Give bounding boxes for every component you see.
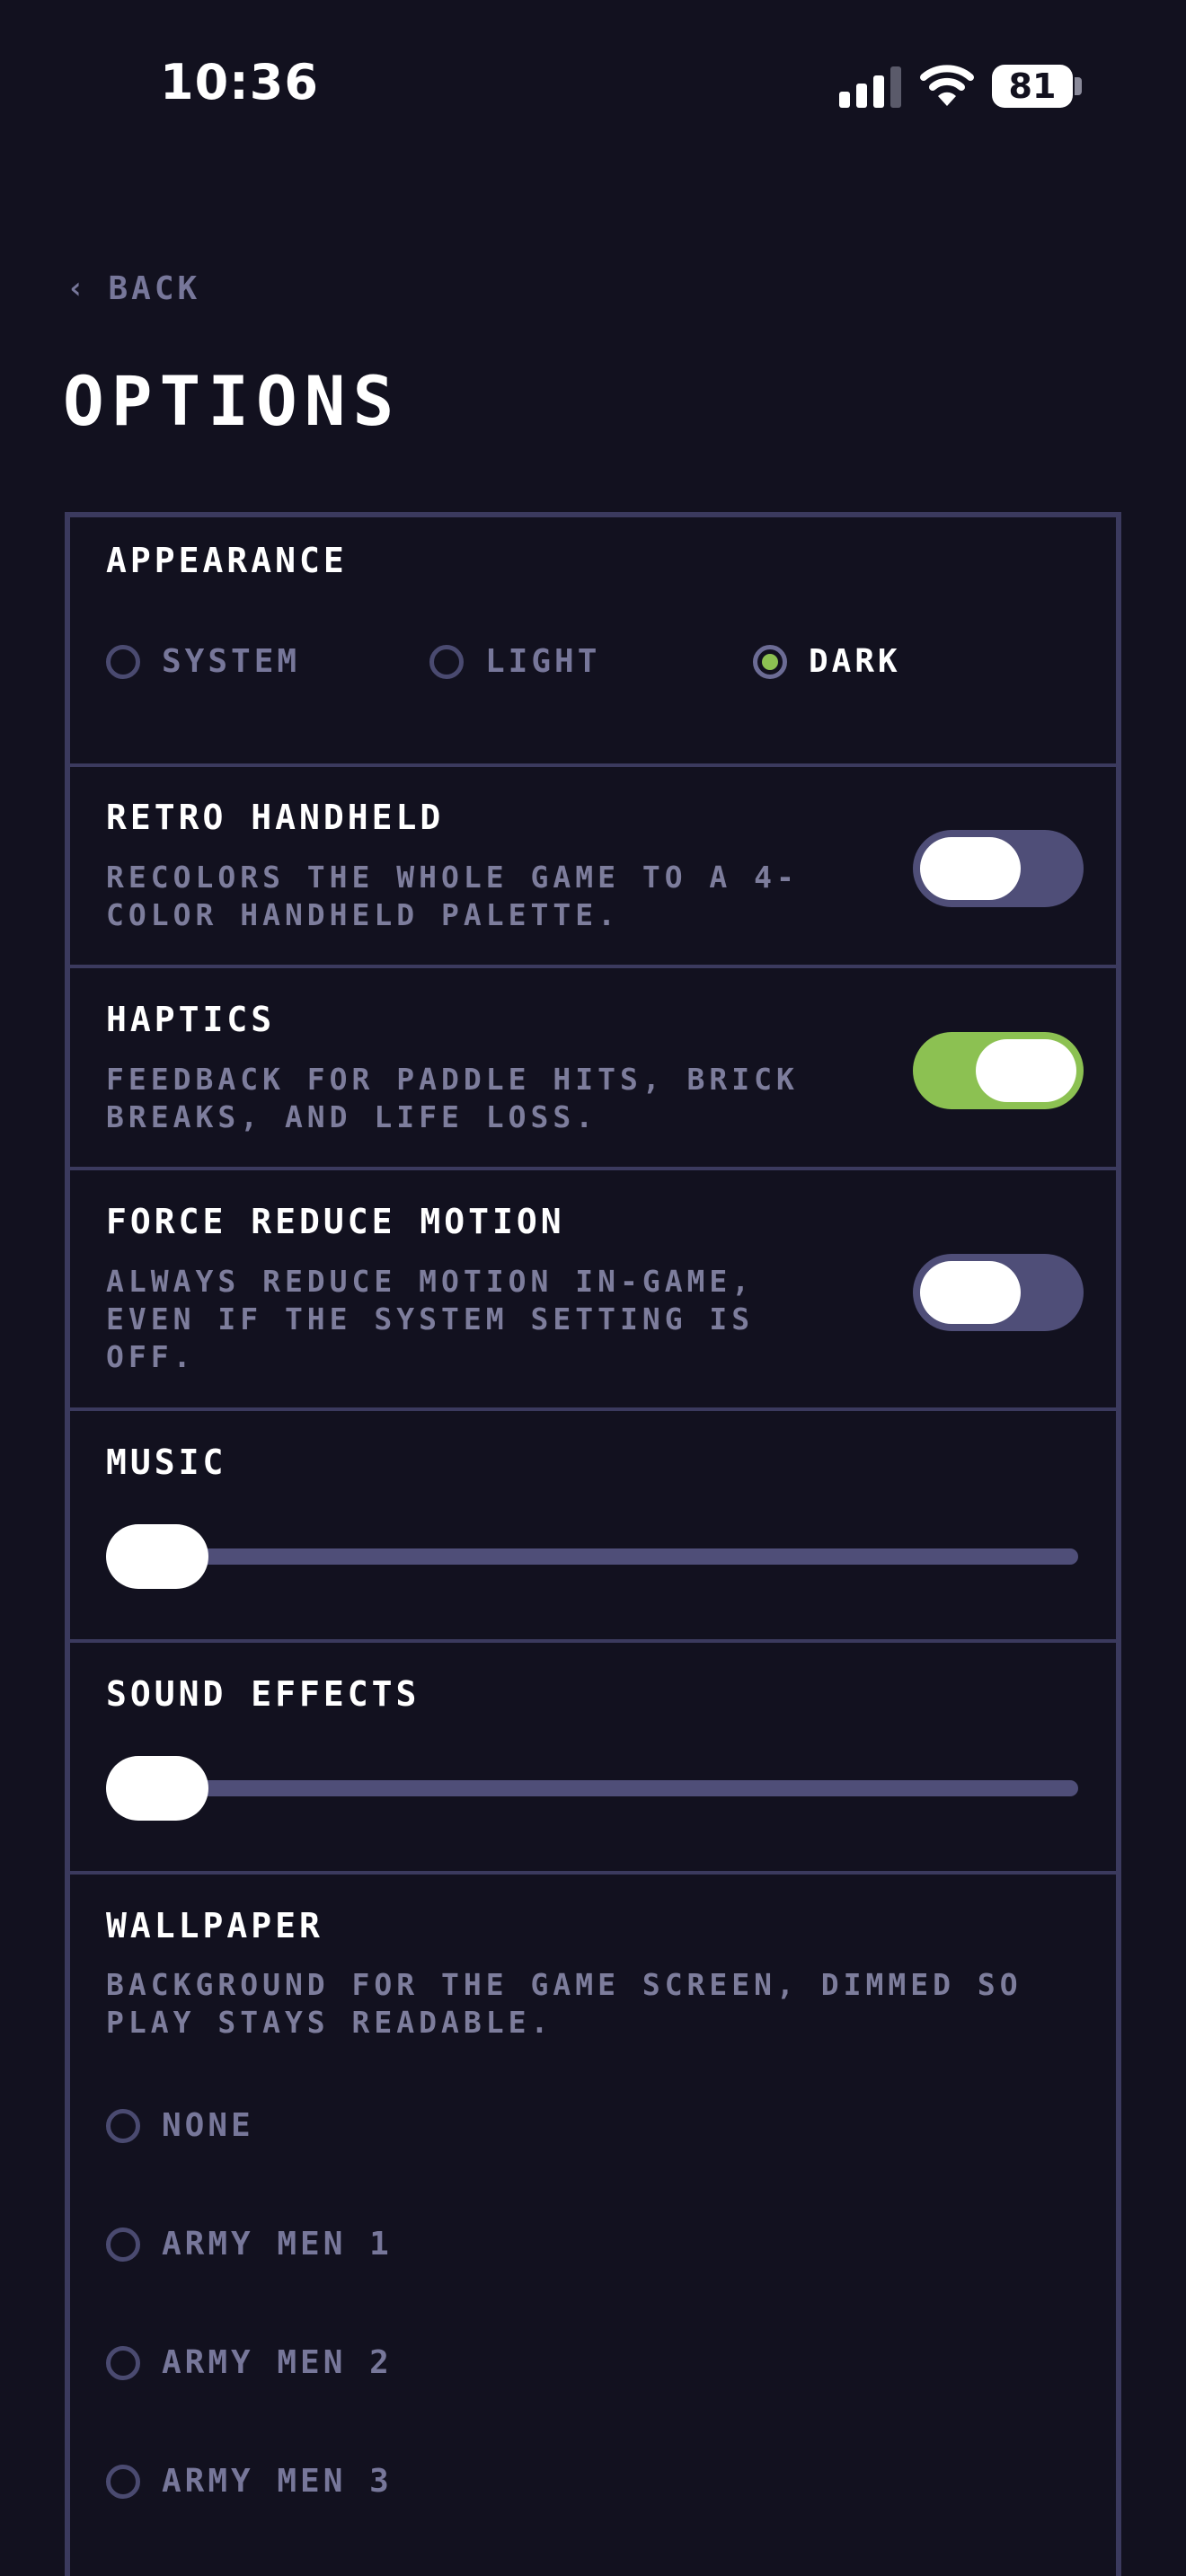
appearance-option-label: LIGHT (485, 643, 601, 680)
battery-level: 81 (1008, 66, 1057, 106)
appearance-option-label: DARK (809, 643, 901, 680)
appearance-option-dark[interactable]: DARK (753, 643, 901, 680)
divider (70, 1407, 1116, 1411)
appearance-option-system[interactable]: SYSTEM (106, 643, 300, 680)
radio-dot (762, 653, 778, 670)
wallpaper-option-label: ARMY MEN 3 (162, 2463, 393, 2500)
radio-icon (106, 644, 140, 679)
radio-icon (106, 2464, 140, 2499)
retro-handheld-title: RETRO HANDHELD (106, 798, 445, 837)
back-button[interactable]: ‹ BACK (66, 266, 200, 311)
toggle-knob (976, 1039, 1076, 1102)
music-title: MUSIC (106, 1442, 227, 1482)
retro-handheld-toggle[interactable] (913, 830, 1084, 907)
force-reduce-motion-title: FORCE REDUCE MOTION (106, 1202, 565, 1241)
radio-icon (106, 2108, 140, 2143)
sound-effects-slider-track[interactable] (106, 1780, 1078, 1796)
battery-tip (1075, 77, 1082, 95)
radio-icon (106, 2345, 140, 2380)
wallpaper-description: BACKGROUND FOR THE GAME SCREEN, DIMMED S… (106, 1967, 1022, 2040)
music-slider-thumb[interactable] (106, 1524, 208, 1589)
page-title: OPTIONS (63, 361, 402, 441)
haptics-title: HAPTICS (106, 1000, 276, 1039)
cellular-signal-icon (839, 66, 901, 108)
wallpaper-option-army-men-1[interactable]: ARMY MEN 1 (106, 2226, 393, 2263)
divider (70, 1639, 1116, 1643)
radio-icon (429, 644, 464, 679)
appearance-option-label: SYSTEM (162, 643, 301, 680)
appearance-option-light[interactable]: LIGHT (429, 643, 600, 680)
wallpaper-option-none[interactable]: NONE (106, 2107, 254, 2144)
wallpaper-option-label: ARMY MEN 1 (162, 2226, 393, 2263)
music-slider-track[interactable] (106, 1548, 1078, 1565)
toggle-knob (920, 1261, 1021, 1324)
appearance-title: APPEARANCE (106, 541, 348, 580)
wallpaper-option-army-men-3[interactable]: ARMY MEN 3 (106, 2463, 393, 2500)
sound-effects-slider-thumb[interactable] (106, 1756, 208, 1821)
radio-selected-icon (753, 644, 787, 679)
back-label: BACK (108, 269, 201, 307)
wifi-icon (920, 65, 974, 106)
haptics-description: FEEDBACK FOR PADDLE HITS, BRICK BREAKS, … (106, 1062, 799, 1134)
sound-effects-title: SOUND EFFECTS (106, 1674, 420, 1714)
force-reduce-motion-toggle[interactable] (913, 1254, 1084, 1331)
toggle-knob (920, 837, 1021, 900)
retro-handheld-description: RECOLORS THE WHOLE GAME TO A 4-COLOR HAN… (106, 860, 799, 932)
force-reduce-motion-description: ALWAYS REDUCE MOTION IN-GAME, EVEN IF TH… (106, 1264, 755, 1374)
chevron-left-icon: ‹ (66, 270, 89, 306)
divider (70, 1871, 1116, 1875)
status-time: 10:36 (160, 54, 319, 110)
haptics-toggle[interactable] (913, 1032, 1084, 1109)
wallpaper-option-label: ARMY MEN 2 (162, 2344, 393, 2381)
wallpaper-title: WALLPAPER (106, 1906, 323, 1945)
battery-icon: 81 (992, 65, 1073, 108)
radio-icon (106, 2227, 140, 2262)
divider (70, 763, 1116, 767)
wallpaper-option-army-men-2[interactable]: ARMY MEN 2 (106, 2344, 393, 2381)
divider (70, 965, 1116, 968)
wallpaper-option-label: NONE (162, 2107, 254, 2144)
divider (70, 1167, 1116, 1170)
